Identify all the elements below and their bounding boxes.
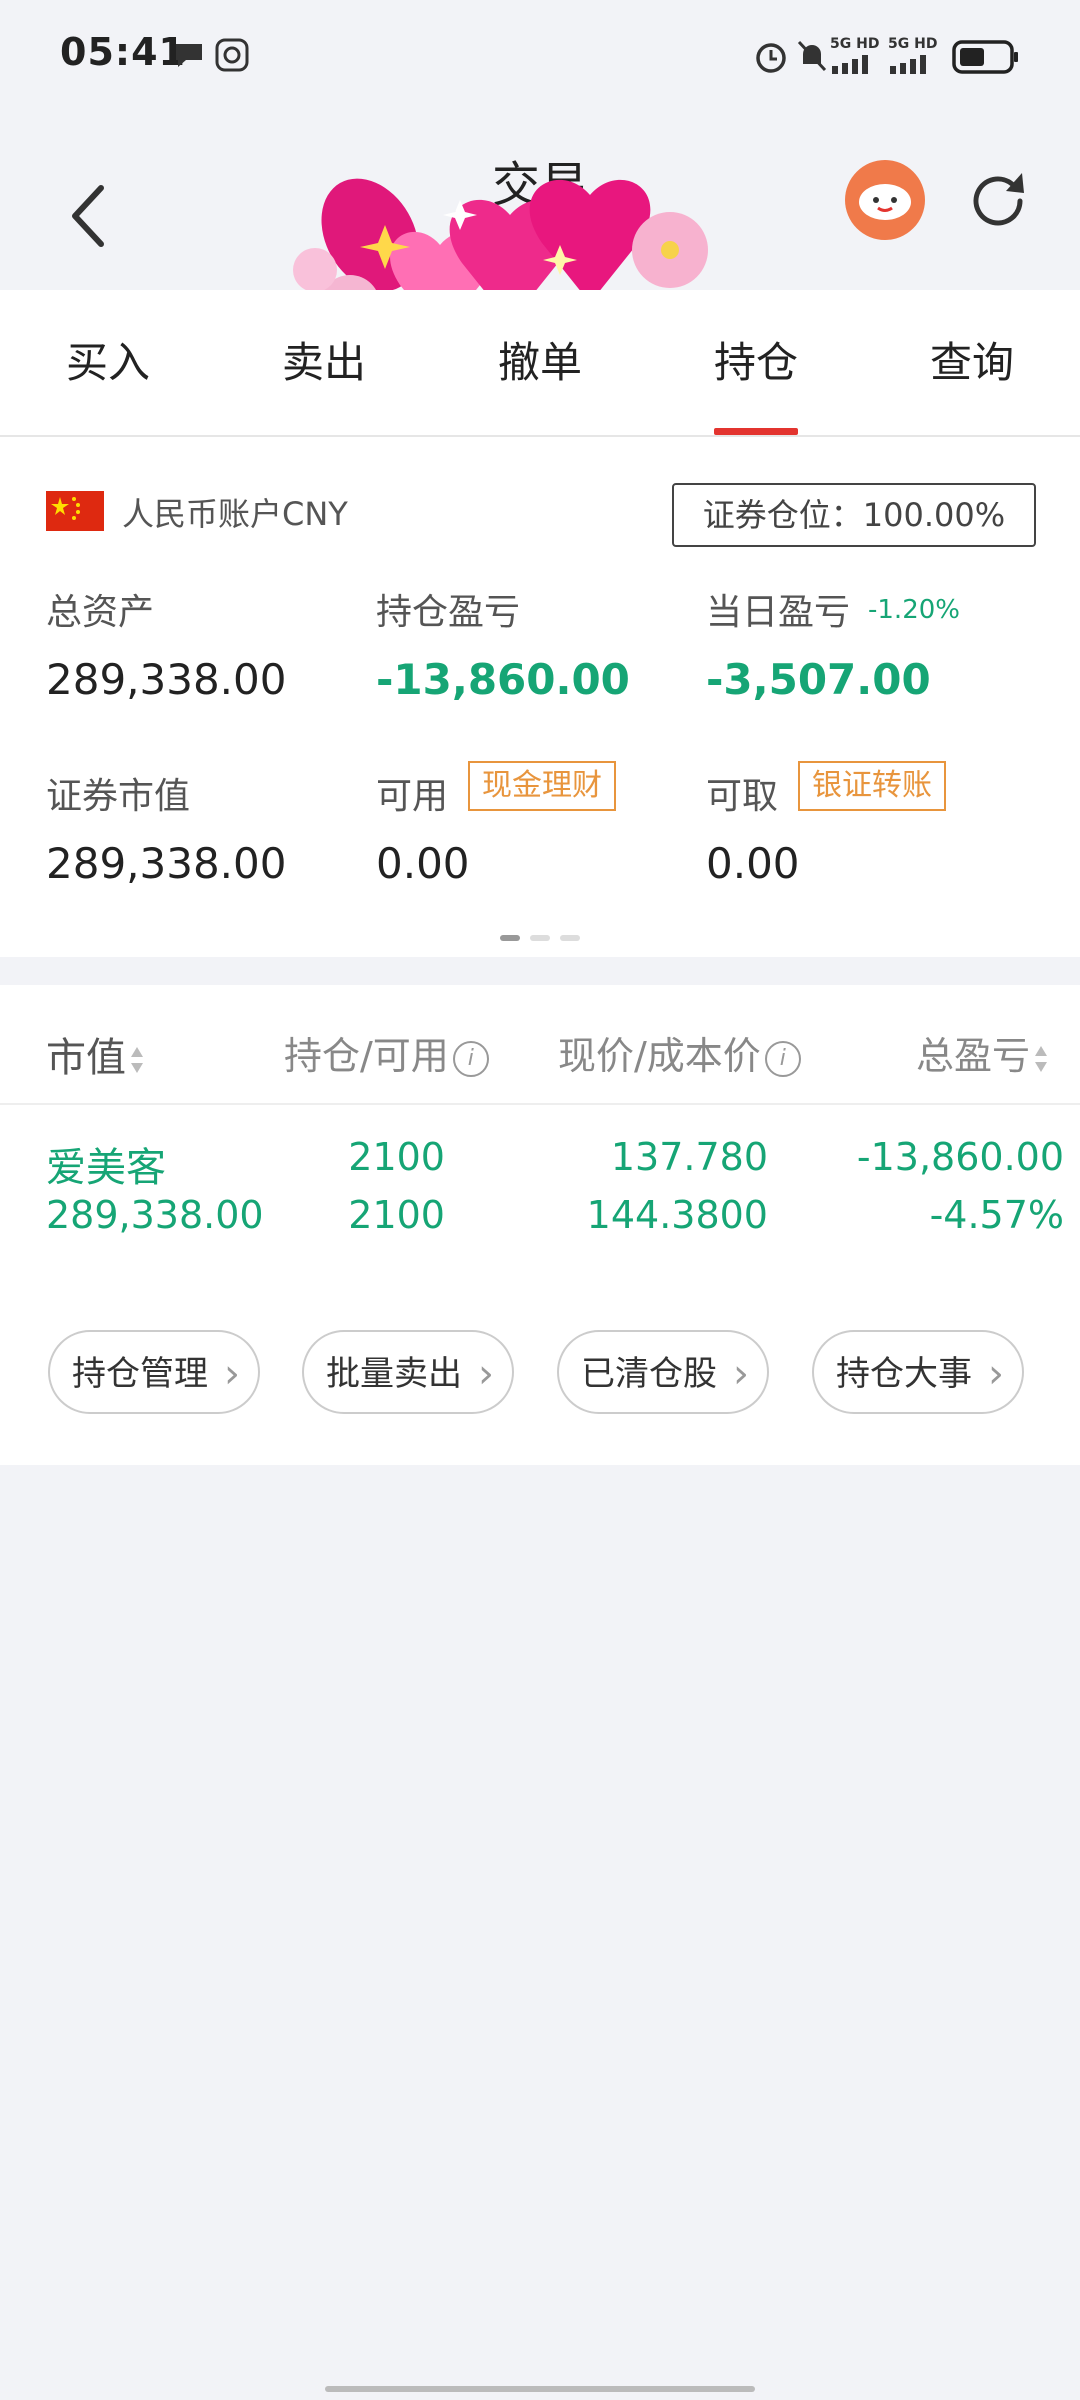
page-dot [530, 935, 550, 941]
column-position-label: 持仓/可用 [284, 1034, 449, 1078]
network-1-label: 5G HD [830, 36, 880, 52]
tab-cancel[interactable]: 撤单 [432, 290, 648, 435]
signal-2-icon [890, 55, 926, 74]
refresh-button[interactable] [960, 163, 1036, 239]
daily-pl-value: -3,507.00 [706, 655, 931, 704]
top-header: 交易 [0, 115, 1080, 380]
bank-transfer-link[interactable]: 银证转账 [798, 761, 946, 811]
info-icon[interactable]: i [452, 1040, 489, 1077]
app-notification-icon [215, 38, 249, 72]
active-tab-indicator [714, 428, 798, 435]
back-button[interactable] [55, 170, 125, 260]
stock-current-price: 137.780 [610, 1135, 768, 1179]
tab-query[interactable]: 查询 [864, 290, 1080, 435]
holding-management-label: 持仓管理 [72, 1354, 208, 1394]
stock-total-pl: -13,860.00 [856, 1135, 1064, 1179]
market-value-label: 证券市值 [46, 776, 191, 817]
chevron-right-icon: › [478, 1351, 494, 1397]
holding-row[interactable]: 爱美客 289,338.00 2100 2100 137.780 144.380… [0, 1105, 1080, 1255]
signal-1-icon [832, 55, 868, 74]
chevron-right-icon: › [988, 1351, 1004, 1397]
cash-management-link[interactable]: 现金理财 [468, 761, 616, 811]
withdrawable-value: 0.00 [706, 839, 800, 888]
column-total-pl-label: 总盈亏 [916, 1034, 1031, 1078]
trade-tabs: 买入 卖出 撤单 持仓 查询 [0, 290, 1080, 437]
column-position: 持仓/可用 i [284, 1025, 489, 1080]
network-2-label: 5G HD [888, 36, 938, 52]
column-market-value[interactable]: 市值 [46, 1025, 144, 1083]
china-flag-icon [46, 491, 104, 531]
market-value-value: 289,338.00 [46, 839, 287, 888]
available-value: 0.00 [376, 839, 470, 888]
total-assets-label: 总资产 [46, 592, 155, 633]
column-price-label: 现价/成本价 [558, 1034, 761, 1078]
holding-events-label: 持仓大事 [836, 1354, 972, 1394]
stock-market-value: 289,338.00 [46, 1193, 264, 1237]
chevron-right-icon: › [224, 1351, 240, 1397]
avatar[interactable] [845, 160, 925, 240]
battery-icon [952, 40, 1018, 74]
stock-available: 2100 [348, 1193, 445, 1237]
flag-star-icon [51, 497, 80, 520]
holding-pl-label: 持仓盈亏 [376, 592, 521, 633]
mascot-icon [859, 184, 911, 220]
home-indicator[interactable] [325, 2386, 755, 2392]
account-summary: 人民币账户CNY 证券仓位：100.00% 总资产 289,338.00 持仓盈… [0, 437, 1080, 957]
column-price: 现价/成本价 i [558, 1025, 801, 1080]
message-icon [176, 44, 202, 67]
status-time: 05:41 [60, 30, 186, 74]
tab-sell[interactable]: 卖出 [216, 290, 432, 435]
holding-management-button[interactable]: 持仓管理 › [48, 1330, 260, 1414]
cleared-stocks-button[interactable]: 已清仓股 › [557, 1330, 769, 1414]
stock-name: 爱美客 [46, 1145, 166, 1191]
alarm-icon [756, 43, 786, 73]
status-bar: 05:41 5G HD 5G HD [0, 0, 1080, 115]
total-assets-value: 289,338.00 [46, 655, 287, 704]
daily-pl-label: 当日盈亏 [706, 592, 851, 633]
chevron-right-icon: › [733, 1351, 749, 1397]
holdings-panel: 市值 持仓/可用 i 现价/成本价 i 总盈亏 爱美客 289,338.00 210… [0, 985, 1080, 1465]
available-label: 可用 [376, 776, 449, 817]
page-indicator [500, 935, 582, 941]
withdrawable-label: 可取 [706, 776, 779, 817]
mute-icon [797, 40, 827, 72]
tab-buy[interactable]: 买入 [0, 290, 216, 435]
holding-pl-value: -13,860.00 [376, 655, 630, 704]
column-total-pl[interactable]: 总盈亏 [916, 1025, 1048, 1080]
position-ratio-box: 证券仓位：100.00% [672, 483, 1036, 547]
stock-cost-price: 144.3800 [586, 1193, 768, 1237]
sort-icon [1035, 1045, 1048, 1072]
info-icon[interactable]: i [764, 1040, 801, 1077]
page-dot [560, 935, 580, 941]
page-dot-active [500, 935, 520, 941]
account-currency-label: 人民币账户CNY [122, 495, 348, 533]
holding-events-button[interactable]: 持仓大事 › [812, 1330, 1024, 1414]
daily-pl-percent: -1.20% [868, 595, 960, 625]
tab-holdings[interactable]: 持仓 [648, 290, 864, 435]
stock-position: 2100 [348, 1135, 445, 1179]
batch-sell-label: 批量卖出 [326, 1354, 462, 1394]
stock-total-pl-percent: -4.57% [929, 1193, 1064, 1237]
cleared-stocks-label: 已清仓股 [581, 1354, 717, 1394]
batch-sell-button[interactable]: 批量卖出 › [302, 1330, 514, 1414]
sort-icon [131, 1047, 143, 1073]
column-market-value-label: 市值 [46, 1035, 126, 1081]
